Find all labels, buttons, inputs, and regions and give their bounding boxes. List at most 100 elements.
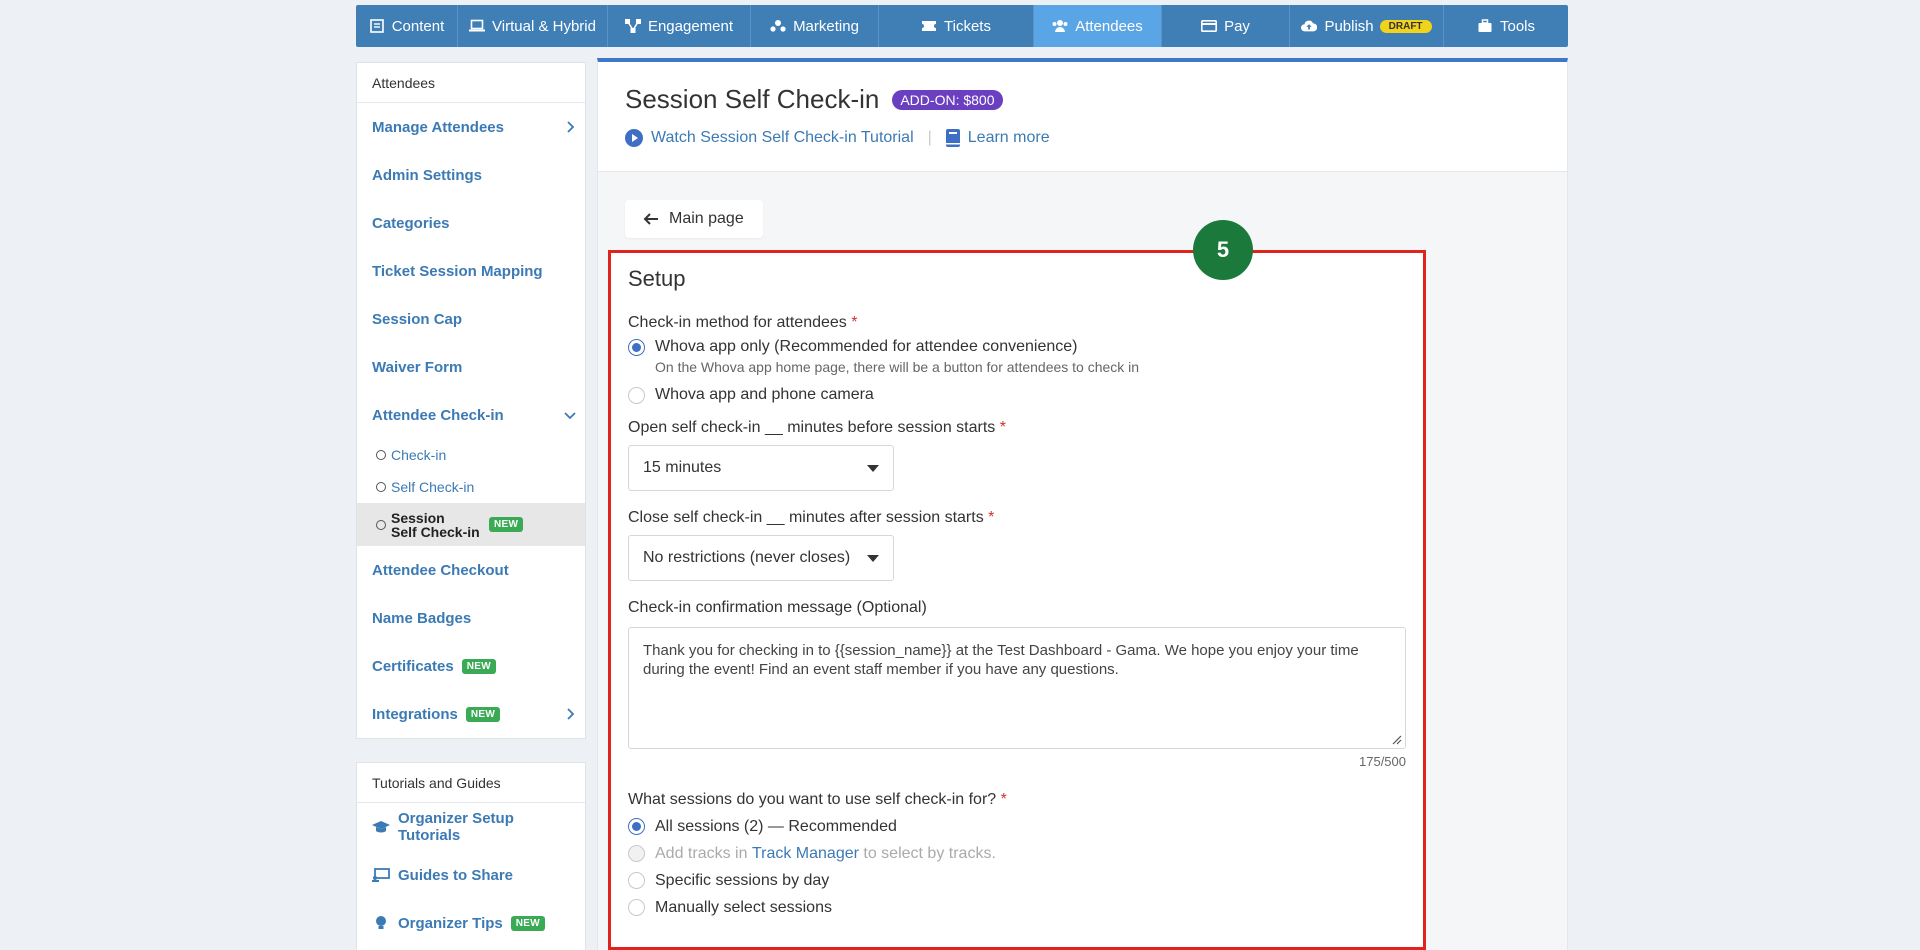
tab-content[interactable]: Content [356,5,458,47]
sessions-option-manual[interactable]: Manually select sessions [628,894,1406,921]
radio-unselected[interactable] [628,386,645,404]
setup-title: Setup [628,266,686,291]
network-icon [624,18,641,34]
circle-icon [376,519,386,530]
sidebar-item-attendee-checkin[interactable]: Attendee Check-in [357,391,585,439]
sidebar-item-categories[interactable]: Categories [357,199,585,247]
sidebar-subitem-checkin[interactable]: Check-in [357,439,585,471]
select-value: No restrictions (never closes) [643,549,851,566]
new-badge: NEW [461,658,496,674]
sidebar-item-label: Session Cap [372,310,463,328]
tab-attendees[interactable]: Attendees [1034,5,1162,47]
watch-tutorial-link[interactable]: Watch Session Self Check-in Tutorial [651,129,914,147]
sidebar-item-certificates[interactable]: Certificates NEW [357,642,585,690]
sidebar-item-integrations[interactable]: Integrations NEW [357,690,585,738]
radio-selected[interactable] [628,818,645,835]
credit-card-icon [1201,18,1218,34]
method-option-app-only[interactable]: Whova app only (Recommended for attendee… [628,335,1406,359]
cloud-upload-icon [1301,18,1318,34]
label-text: Open self check-in __ minutes before ses… [628,419,996,436]
sidebar-item-name-badges[interactable]: Name Badges [357,594,585,642]
arrow-left-icon [643,213,658,225]
required-asterisk: * [851,314,858,331]
tab-marketing[interactable]: Marketing [751,5,879,47]
new-badge: NEW [489,517,524,532]
open-checkin-label: Open self check-in __ minutes before ses… [628,419,1406,437]
sessions-label: What sessions do you want to use self ch… [628,791,1406,809]
sessions-option-tracks: Add tracks in Track Manager to select by… [628,840,1406,867]
radio-unselected[interactable] [628,899,645,916]
guides-item-label: Organizer Setup Tutorials [398,810,514,844]
label-line-1: Session [391,509,445,526]
learn-more-link[interactable]: Learn more [968,129,1050,147]
label-line-2: Self Check-in [391,523,480,540]
tab-publish[interactable]: Publish DRAFT [1290,5,1444,47]
sidebar-item-ticket-session-mapping[interactable]: Ticket Session Mapping [357,247,585,295]
close-checkin-label: Close self check-in __ minutes after ses… [628,509,1406,527]
sidebar-item-session-cap[interactable]: Session Cap [357,295,585,343]
sidebar-item-manage-attendees[interactable]: Manage Attendees [357,103,585,151]
required-asterisk: * [999,419,1006,436]
option-label: Manually select sessions [655,898,832,916]
guides-item-guides-to-share[interactable]: Guides to Share [357,851,585,899]
sidebar-item-label: Attendee Checkout [372,561,509,579]
tab-label: Virtual & Hybrid [492,17,596,35]
page-title: Session Self Check-in [625,84,880,114]
new-badge: NEW [510,915,545,931]
document-icon [369,18,385,34]
textarea-value: Thank you for checking in to {{session_n… [643,642,1359,678]
tab-label: Publish [1324,17,1374,35]
chevron-right-icon [567,121,575,133]
circle-icon [376,450,386,460]
main-page-label: Main page [669,210,744,227]
sessions-option-all[interactable]: All sessions (2) — Recommended [628,813,1406,840]
option-label: Whova app and phone camera [655,386,874,403]
confirm-message-textarea[interactable]: Thank you for checking in to {{session_n… [628,627,1406,749]
method-option-app-camera[interactable]: Whova app and phone camera [628,383,1406,407]
confirm-message-label: Check-in confirmation message (Optional) [628,599,927,616]
main-page-button[interactable]: Main page [625,200,763,238]
option-label-suffix: to select by tracks. [863,844,996,862]
track-manager-link[interactable]: Track Manager [752,845,859,863]
book-icon [945,129,960,147]
option-label: Add tracks in [655,844,748,862]
select-value: 15 minutes [643,459,722,476]
close-checkin-select[interactable]: No restrictions (never closes) [628,535,894,581]
link-separator: | [927,129,932,146]
tab-tickets[interactable]: Tickets [879,5,1034,47]
sidebar-item-admin-settings[interactable]: Admin Settings [357,151,585,199]
laptop-icon [469,18,486,34]
tab-tools[interactable]: Tools [1444,5,1568,47]
sidebar-item-label: Ticket Session Mapping [372,262,543,280]
label-text: Check-in method for attendees [628,314,847,331]
tab-virtual-hybrid[interactable]: Virtual & Hybrid [458,5,608,47]
required-asterisk: * [1000,791,1007,808]
guides-item-organizer-tips[interactable]: Organizer Tips NEW [357,899,585,947]
sidebar-subitem-self-checkin[interactable]: Self Check-in [357,471,585,503]
method-option-hint: On the Whova app home page, there will b… [655,359,1140,375]
open-checkin-select[interactable]: 15 minutes [628,445,894,491]
tab-engagement[interactable]: Engagement [608,5,751,47]
lightbulb-icon [372,915,390,931]
guides-sidebar: Tutorials and Guides Organizer Setup Tut… [356,762,586,950]
radio-unselected[interactable] [628,872,645,889]
sessions-option-by-day[interactable]: Specific sessions by day [628,867,1406,894]
tab-label: Marketing [793,17,859,35]
tab-pay[interactable]: Pay [1162,5,1290,47]
sidebar-item-waiver-form[interactable]: Waiver Form [357,343,585,391]
guides-header: Tutorials and Guides [357,763,585,803]
label-text: What sessions do you want to use self ch… [628,791,997,808]
chevron-right-icon [567,708,575,720]
character-counter: 175/500 [1359,754,1406,769]
caret-down-icon [867,555,879,562]
guides-item-organizer-setup-tutorials[interactable]: Organizer Setup Tutorials [357,803,585,851]
resize-handle-icon[interactable] [1392,735,1402,745]
radio-selected[interactable] [628,338,645,356]
attendees-sidebar: Attendees Manage Attendees Admin Setting… [356,62,586,739]
chevron-down-icon [564,412,576,420]
main-panel: Session Self Check-in ADD-ON: $800 Watch… [597,58,1568,950]
sidebar-subitem-session-self-checkin[interactable]: Session Self Check-in NEW [357,503,585,546]
sidebar-item-attendee-checkout[interactable]: Attendee Checkout [357,546,585,594]
step-number-badge: 5 [1193,220,1253,280]
option-label: Whova app only (Recommended for attendee… [655,338,1078,355]
